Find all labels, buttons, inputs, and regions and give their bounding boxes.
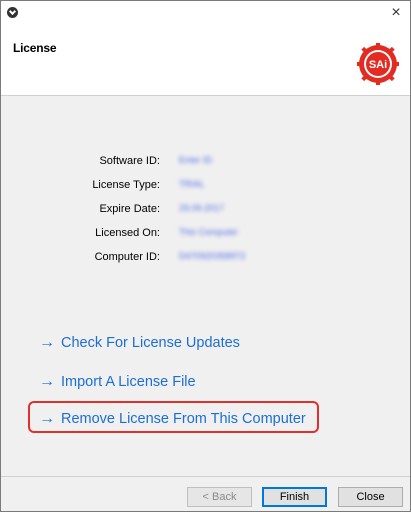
info-row-software-id: Software ID: Enter ID (1, 155, 410, 171)
check-license-updates-label: Check For License Updates (61, 335, 240, 351)
software-id-value: Enter ID (179, 155, 213, 165)
computer-id-label: Computer ID: (94, 251, 160, 263)
highlight-box (28, 401, 319, 433)
download-icon (7, 7, 18, 18)
expire-date-label: Expire Date: (99, 203, 160, 215)
license-type-label: License Type: (92, 179, 160, 191)
footer-divider (1, 476, 410, 477)
finish-button[interactable]: Finish (262, 487, 327, 507)
license-type-value: TRIAL (179, 179, 205, 189)
title-bar: × (1, 1, 410, 27)
logo-text: SAi (369, 59, 387, 71)
back-button[interactable]: < Back (187, 487, 252, 507)
expire-date-value: 29.09.2017 (179, 203, 225, 213)
check-license-updates-link[interactable]: → Check For License Updates (39, 333, 240, 353)
import-license-file-label: Import A License File (61, 374, 196, 390)
dialog-header: License SAi (1, 27, 410, 96)
close-window-button[interactable]: × (386, 4, 406, 22)
software-id-label: Software ID: (99, 155, 160, 167)
info-row-license-type: License Type: TRIAL (1, 179, 410, 195)
page-title: License (13, 41, 57, 55)
licensed-on-value: This Computer (179, 227, 239, 237)
sai-logo-icon: SAi (357, 43, 399, 85)
info-row-licensed-on: Licensed On: This Computer (1, 227, 410, 243)
arrow-right-icon: → (39, 373, 55, 390)
licensed-on-label: Licensed On: (95, 227, 160, 239)
info-row-expire-date: Expire Date: 29.09.2017 (1, 203, 410, 219)
info-row-computer-id: Computer ID: D470920358972 (1, 251, 410, 267)
close-button[interactable]: Close (338, 487, 403, 507)
arrow-right-icon: → (39, 334, 55, 351)
import-license-file-link[interactable]: → Import A License File (39, 372, 196, 392)
license-dialog: × License SAi Software ID: Enter ID Lice… (0, 0, 411, 512)
computer-id-value: D470920358972 (179, 251, 246, 261)
